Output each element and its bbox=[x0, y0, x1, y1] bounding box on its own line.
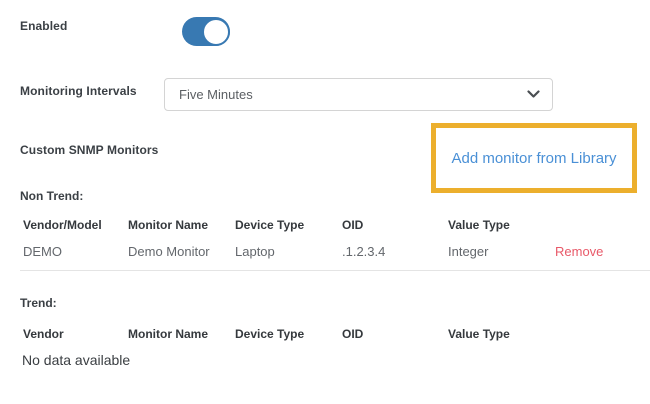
section-divider bbox=[20, 270, 650, 271]
column-header: Monitor Name bbox=[128, 327, 235, 341]
column-header: Vendor bbox=[23, 327, 128, 341]
non-trend-title: Non Trend: bbox=[20, 189, 83, 203]
non-trend-header-row: Vendor/Model Monitor Name Device Type OI… bbox=[23, 218, 650, 232]
chevron-down-icon bbox=[526, 88, 540, 102]
column-header: Monitor Name bbox=[128, 218, 235, 232]
monitoring-interval-select[interactable]: Five Minutes bbox=[164, 78, 553, 111]
snmp-settings-panel: Enabled Monitoring Intervals Five Minute… bbox=[0, 0, 650, 404]
custom-snmp-monitors-label: Custom SNMP Monitors bbox=[20, 143, 158, 157]
toggle-knob bbox=[202, 18, 230, 46]
column-header: Value Type bbox=[448, 218, 555, 232]
trend-header-row: Vendor Monitor Name Device Type OID Valu… bbox=[23, 327, 650, 341]
column-header: Device Type bbox=[235, 327, 342, 341]
column-header: Device Type bbox=[235, 218, 342, 232]
column-header: Value Type bbox=[448, 327, 555, 341]
table-row: DEMO Demo Monitor Laptop .1.2.3.4 Intege… bbox=[23, 244, 650, 259]
enabled-toggle[interactable] bbox=[182, 17, 230, 46]
trend-title: Trend: bbox=[20, 296, 57, 310]
selected-interval: Five Minutes bbox=[179, 87, 526, 102]
highlight-box: Add monitor from Library bbox=[431, 123, 637, 193]
column-header: OID bbox=[342, 218, 448, 232]
enabled-label: Enabled bbox=[20, 19, 67, 33]
monitoring-intervals-label: Monitoring Intervals bbox=[20, 84, 137, 98]
oid-cell: .1.2.3.4 bbox=[342, 244, 448, 259]
vendor-model-cell: DEMO bbox=[23, 244, 128, 259]
monitor-name-cell: Demo Monitor bbox=[128, 244, 235, 259]
column-header: Vendor/Model bbox=[23, 218, 128, 232]
remove-monitor-link[interactable]: Remove bbox=[555, 244, 650, 259]
add-monitor-from-library-link[interactable]: Add monitor from Library bbox=[451, 150, 616, 167]
device-type-cell: Laptop bbox=[235, 244, 342, 259]
column-header: OID bbox=[342, 327, 448, 341]
no-data-text: No data available bbox=[22, 352, 130, 368]
value-type-cell: Integer bbox=[448, 244, 555, 259]
